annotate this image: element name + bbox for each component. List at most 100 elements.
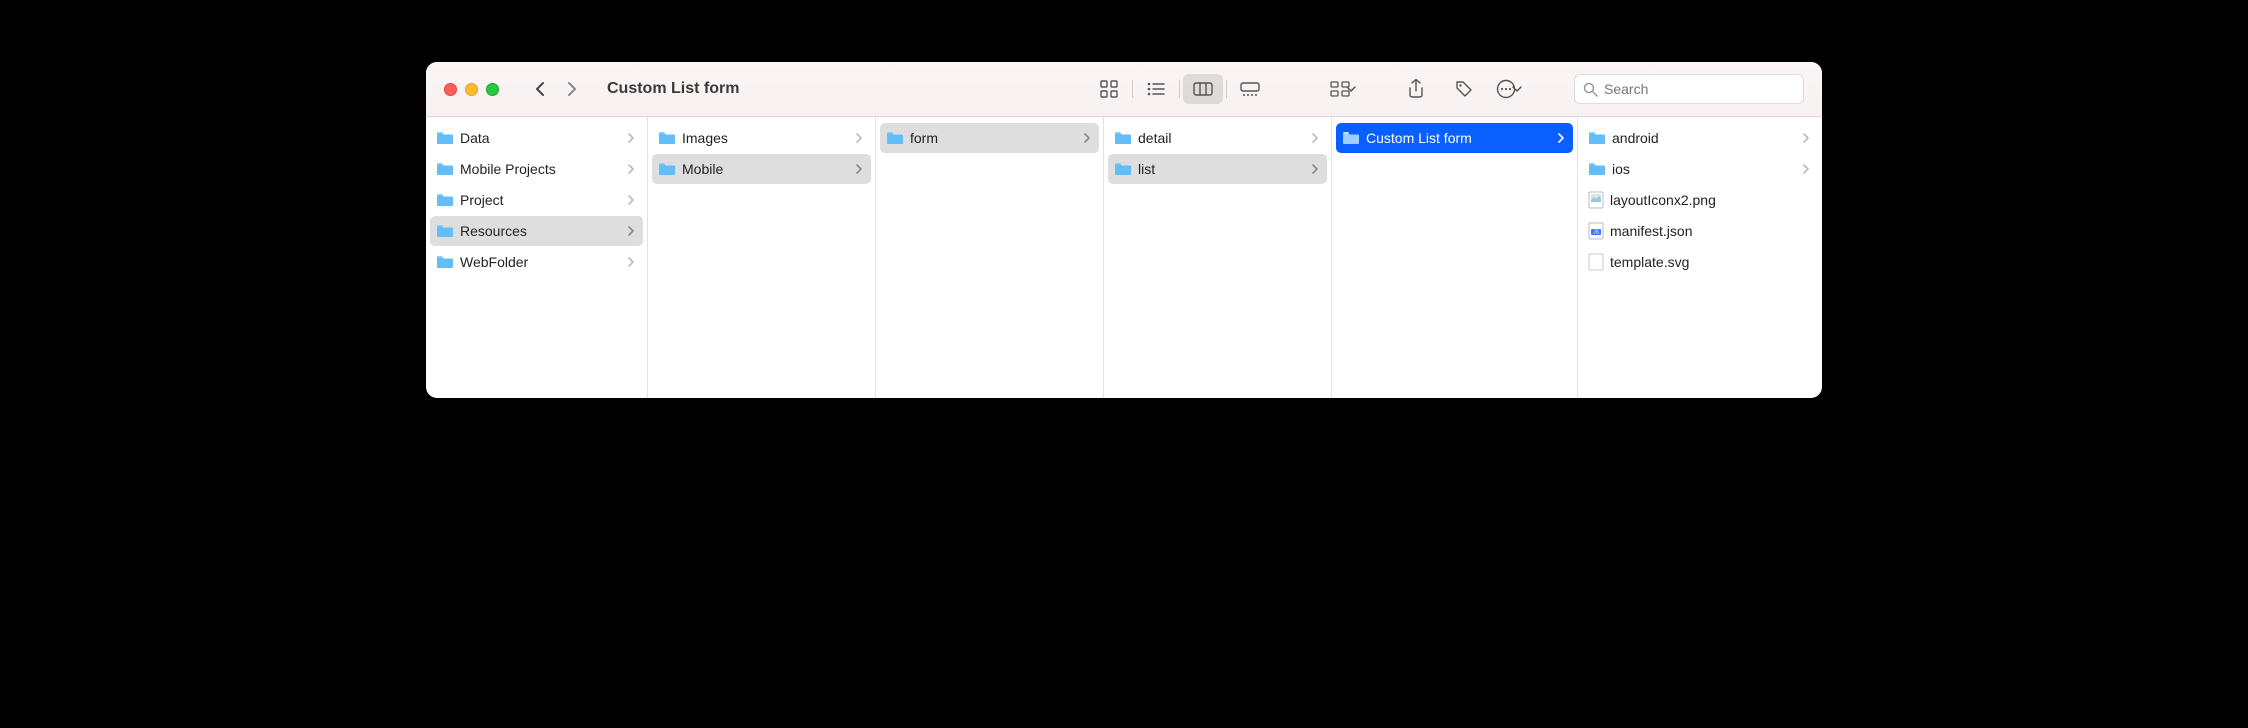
folder-item[interactable]: list	[1108, 154, 1327, 184]
folder-item[interactable]: ios	[1582, 154, 1818, 184]
share-button[interactable]	[1396, 74, 1436, 104]
action-button[interactable]	[1492, 74, 1526, 104]
item-label: android	[1612, 130, 1659, 146]
forward-button[interactable]	[559, 76, 585, 102]
back-button[interactable]	[527, 76, 553, 102]
chevron-right-icon	[856, 130, 863, 146]
chevron-right-icon	[628, 254, 635, 270]
item-label: list	[1138, 161, 1155, 177]
folder-item[interactable]: detail	[1108, 123, 1327, 153]
chevron-down-icon	[1346, 86, 1356, 92]
divider	[1226, 80, 1227, 98]
folder-icon	[436, 255, 454, 269]
folder-icon	[436, 193, 454, 207]
folder-icon	[436, 131, 454, 145]
close-button[interactable]	[444, 83, 457, 96]
file-item[interactable]: layoutIconx2.png	[1582, 185, 1818, 215]
folder-item[interactable]: Project	[430, 185, 643, 215]
chevron-right-icon	[1803, 130, 1810, 146]
svg-text:JS: JS	[1593, 230, 1600, 236]
item-label: Mobile	[682, 161, 723, 177]
column-0: Data Mobile Projects Project Resources WebFo…	[426, 117, 648, 398]
item-label: form	[910, 130, 938, 146]
folder-item[interactable]: Images	[652, 123, 871, 153]
view-mode-group	[1089, 74, 1270, 104]
search-input[interactable]	[1604, 81, 1795, 97]
folder-item[interactable]: WebFolder	[430, 247, 643, 277]
item-label: detail	[1138, 130, 1171, 146]
item-label: Custom List form	[1366, 130, 1472, 146]
grid-icon	[1100, 80, 1118, 98]
share-icon	[1408, 79, 1424, 99]
folder-item[interactable]: Custom List form	[1336, 123, 1573, 153]
folder-item[interactable]: Mobile	[652, 154, 871, 184]
chevron-right-icon	[628, 223, 635, 239]
folder-item[interactable]: android	[1582, 123, 1818, 153]
folder-icon	[1114, 162, 1132, 176]
list-view-button[interactable]	[1136, 74, 1176, 104]
chevron-right-icon	[1803, 161, 1810, 177]
item-label: Data	[460, 130, 490, 146]
chevron-right-icon	[628, 130, 635, 146]
chevron-right-icon	[1084, 130, 1091, 146]
folder-icon	[436, 162, 454, 176]
folder-item[interactable]: Mobile Projects	[430, 154, 643, 184]
column-2: form	[876, 117, 1104, 398]
search-icon	[1583, 82, 1598, 97]
item-label: ios	[1612, 161, 1630, 177]
chevron-right-icon	[1312, 130, 1319, 146]
nav-buttons	[527, 76, 585, 102]
file-json-icon: JS	[1588, 222, 1604, 240]
item-label: WebFolder	[460, 254, 528, 270]
item-label: Resources	[460, 223, 527, 239]
chevron-right-icon	[1558, 130, 1565, 146]
folder-item[interactable]: Resources	[430, 216, 643, 246]
file-image-icon	[1588, 191, 1604, 209]
chevron-down-icon	[1512, 86, 1522, 92]
item-label: layoutIconx2.png	[1610, 192, 1716, 208]
chevron-right-icon	[856, 161, 863, 177]
column-5: android ios layoutIconx2.png JS manifest.jso…	[1578, 117, 1822, 398]
group-button[interactable]	[1326, 74, 1360, 104]
chevron-right-icon	[628, 192, 635, 208]
maximize-button[interactable]	[486, 83, 499, 96]
finder-window: Custom List form	[426, 62, 1822, 398]
window-title: Custom List form	[607, 80, 739, 98]
list-icon	[1147, 82, 1165, 96]
file-blank-icon	[1588, 253, 1604, 271]
folder-item[interactable]: Data	[430, 123, 643, 153]
folder-icon	[658, 131, 676, 145]
item-label: Project	[460, 192, 504, 208]
chevron-right-icon	[1312, 161, 1319, 177]
minimize-button[interactable]	[465, 83, 478, 96]
folder-icon	[1588, 162, 1606, 176]
columns-icon	[1193, 82, 1213, 96]
folder-icon	[1588, 131, 1606, 145]
divider	[1132, 80, 1133, 98]
column-3: detail list	[1104, 117, 1332, 398]
folder-icon	[886, 131, 904, 145]
icon-view-button[interactable]	[1089, 74, 1129, 104]
column-view-button[interactable]	[1183, 74, 1223, 104]
titlebar: Custom List form	[426, 62, 1822, 117]
gallery-view-button[interactable]	[1230, 74, 1270, 104]
column-4: Custom List form	[1332, 117, 1578, 398]
folder-item[interactable]: form	[880, 123, 1099, 153]
chevron-right-icon	[628, 161, 635, 177]
item-label: template.svg	[1610, 254, 1689, 270]
folder-icon	[658, 162, 676, 176]
search-box[interactable]	[1574, 74, 1804, 104]
folder-icon	[1114, 131, 1132, 145]
item-label: manifest.json	[1610, 223, 1692, 239]
file-item[interactable]: JS manifest.json	[1582, 216, 1818, 246]
folder-icon	[1342, 131, 1360, 145]
tag-icon	[1455, 80, 1473, 98]
chevron-left-icon	[535, 81, 545, 97]
item-label: Images	[682, 130, 728, 146]
item-label: Mobile Projects	[460, 161, 556, 177]
column-1: Images Mobile	[648, 117, 876, 398]
file-item[interactable]: template.svg	[1582, 247, 1818, 277]
folder-icon	[436, 224, 454, 238]
tags-button[interactable]	[1444, 74, 1484, 104]
traffic-lights	[444, 83, 499, 96]
